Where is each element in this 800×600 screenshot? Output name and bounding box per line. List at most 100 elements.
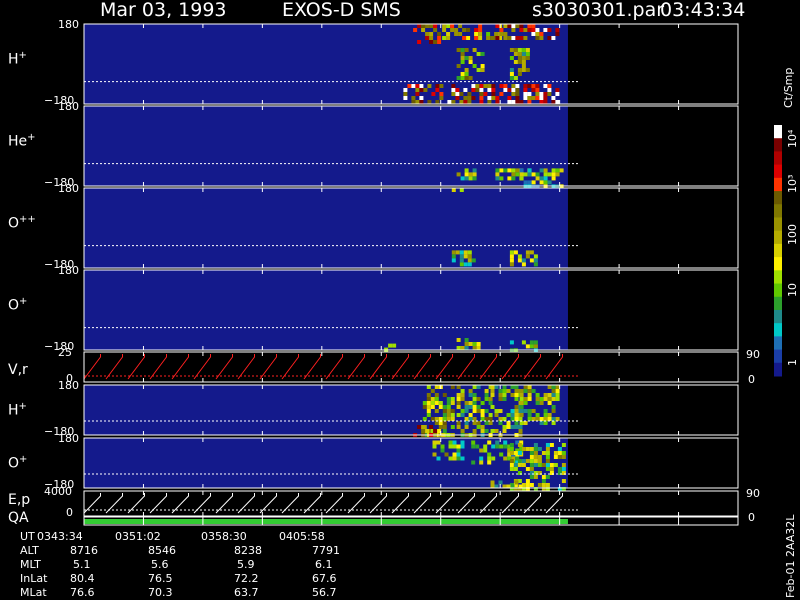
spectrogram-cell (523, 385, 528, 389)
spectrogram-cell (426, 405, 431, 409)
spectrogram-cell (519, 168, 524, 173)
spectrogram-cell (507, 96, 512, 100)
spectrogram-cell (472, 385, 477, 389)
spectrogram-cell (503, 88, 508, 92)
colorbar-segment (774, 164, 782, 179)
spectrogram-cell (442, 28, 447, 32)
colorbar-segment (774, 309, 782, 324)
spectrogram-cell (476, 397, 481, 401)
spectrogram-cell (476, 405, 481, 409)
spectrogram-cell (535, 92, 540, 96)
colorbar-segment (774, 243, 782, 258)
spectrogram-cell (539, 100, 544, 104)
spectrogram-cell (467, 92, 472, 96)
colorbar-segment (774, 323, 782, 337)
spectrogram-cell (430, 401, 435, 405)
spectrogram-cell (474, 32, 479, 36)
spectrogram-cell (551, 385, 556, 389)
spectrogram-cell (549, 443, 554, 447)
spectrogram-cell (479, 100, 484, 104)
spectrogram-cell (502, 425, 507, 429)
spectrogram-cell (519, 100, 524, 104)
spectrogram-cell (533, 340, 538, 345)
spectrogram-cell (429, 40, 434, 44)
spectrogram-cell (506, 389, 511, 393)
colorbar-segment (774, 138, 782, 152)
spectrogram-cell (517, 48, 522, 52)
spectrogram-cell (455, 96, 460, 100)
spectrogram-cell (444, 452, 449, 457)
spectrogram-cell (417, 425, 422, 429)
spectrogram-cell (456, 172, 461, 177)
spectrogram-cell (537, 483, 542, 487)
spectrogram-cell (514, 417, 519, 421)
spectrogram-cell (490, 385, 495, 389)
spectrogram-cell (531, 84, 536, 88)
spectrogram-cell (442, 429, 447, 433)
spectrogram-cell (547, 401, 552, 405)
species-label: O+ (8, 296, 27, 314)
spectrogram-cell (471, 258, 476, 263)
spectrogram-cell (557, 455, 562, 459)
spectrogram-cell (486, 32, 491, 36)
spectrogram-cell (451, 84, 456, 88)
spectrogram-cell (480, 409, 485, 413)
spectrogram-cell (539, 32, 544, 36)
spectrogram-cell (472, 346, 477, 350)
spectrogram-cell (472, 397, 477, 401)
spectrogram-cell (549, 467, 554, 471)
spectrogram-cell (442, 405, 447, 409)
spectrogram-cell (454, 32, 459, 36)
spectrogram-cell (456, 448, 461, 453)
spectrogram-cell (456, 405, 461, 409)
spectrogram-cell (557, 467, 562, 471)
spectrogram-cell (460, 48, 465, 52)
species-label: E,p (8, 492, 30, 508)
y-tick-top: 180 (58, 264, 79, 277)
spectrogram-cell (509, 56, 514, 60)
spectrogram-cell (527, 393, 532, 397)
spectrogram-cell (475, 84, 480, 88)
spectrogram-cell (476, 342, 481, 346)
spectrogram-cell (555, 88, 560, 92)
footer-value: 8546 (148, 544, 176, 557)
sweep-trace (391, 354, 409, 380)
spectrogram-cell (531, 389, 536, 393)
spectrogram-cell (527, 100, 532, 104)
spectrogram-cell (499, 32, 504, 36)
spectrogram-cell (427, 100, 432, 104)
spectrogram-cell (427, 84, 432, 88)
colorbar-segment (774, 270, 782, 285)
spectrogram-cell (483, 92, 488, 96)
spectrogram-cell (511, 36, 516, 40)
spectrogram-cell (523, 172, 528, 177)
spectrogram-cell (388, 343, 393, 348)
spectrogram-cell (533, 258, 538, 263)
spectrogram-cell (535, 88, 540, 92)
spectrogram-cell (450, 385, 455, 389)
spectrogram-cell (543, 417, 548, 421)
spectrogram-cell (519, 393, 524, 397)
spectrogram-cell (533, 463, 538, 467)
spectrogram-cell (555, 168, 560, 173)
spectrogram-cell (498, 409, 503, 413)
spectrogram-cell (531, 28, 536, 32)
spectrogram-cell (531, 417, 536, 421)
spectrogram-cell (480, 401, 485, 405)
spectrogram-cell (442, 36, 447, 40)
spectrogram-cell (421, 24, 426, 28)
species-name: E,p (8, 492, 31, 508)
spectrogram-cell (415, 92, 420, 96)
spectrogram-cell (442, 393, 447, 397)
spectrogram-cell (488, 401, 493, 405)
y-tick-top: 4000 (44, 485, 72, 498)
spectrogram-cell (543, 180, 548, 185)
spectrogram-cell (529, 455, 534, 459)
spectrogram-cell (509, 262, 514, 267)
spectrogram-cell (515, 84, 520, 88)
spectrogram-cell (543, 28, 548, 32)
spectrogram-cell (551, 172, 556, 177)
spectrogram-cell (468, 393, 473, 397)
spectrogram-cell (521, 340, 526, 345)
spectrogram-cell (451, 88, 456, 92)
